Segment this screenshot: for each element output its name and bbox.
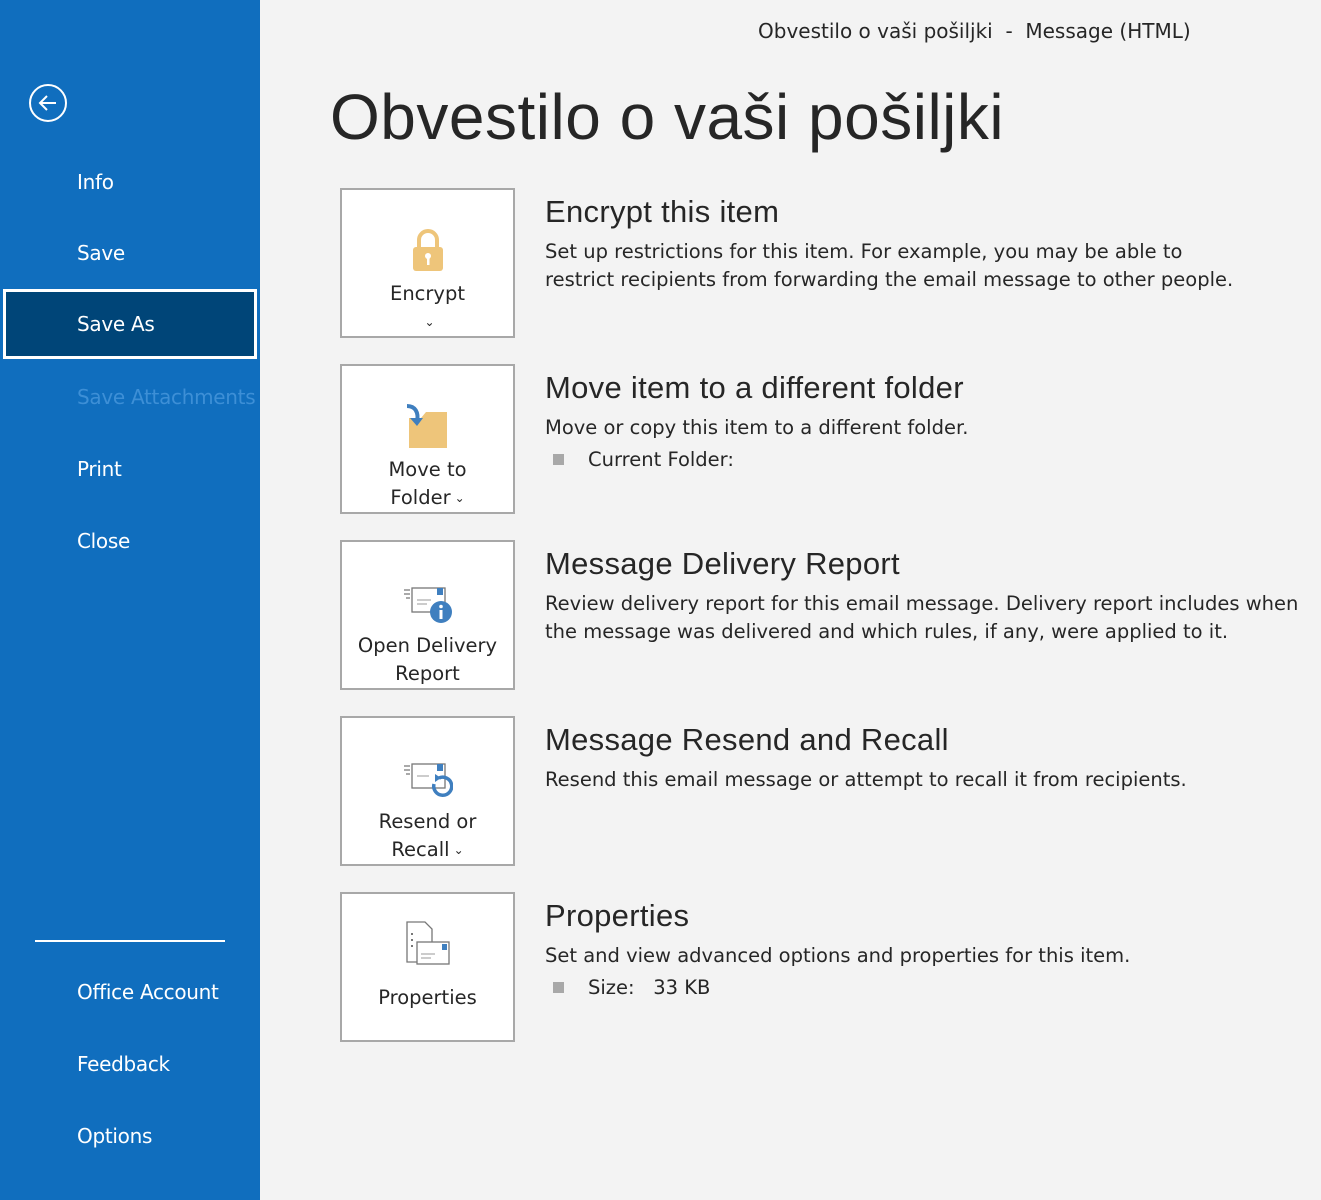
size-value: 33 KB <box>653 976 711 999</box>
nav-feedback[interactable]: Feedback <box>3 1030 257 1098</box>
move-section: Move item to a different folder Move or … <box>545 370 968 471</box>
window-title: Obvestilo o vaši pošiljki - Message (HTM… <box>758 19 1191 43</box>
nav-options[interactable]: Options <box>3 1102 257 1170</box>
move-folder-icon <box>406 403 447 448</box>
bullet-icon <box>553 454 564 465</box>
open-delivery-report-label: Open Delivery Report <box>357 634 498 685</box>
section-heading: Properties <box>545 898 690 933</box>
open-delivery-report-button[interactable]: Open Delivery Report <box>340 540 515 690</box>
delivery-report-icon <box>403 587 452 623</box>
divider <box>35 940 225 942</box>
properties-section: Properties Set and view advanced options… <box>545 898 1130 999</box>
move-to-folder-button[interactable]: Move to Folder ⌄ <box>340 364 515 514</box>
current-folder-item: Current Folder: <box>553 448 968 471</box>
resend-section: Message Resend and Recall Resend this em… <box>545 722 1187 794</box>
section-description: Review delivery report for this email me… <box>545 592 1299 643</box>
encrypt-label: Encrypt ⌄ <box>390 281 465 330</box>
page-title: Obvestilo o vaši pošiljki <box>330 81 1005 153</box>
nav-save-as[interactable]: Save As <box>3 289 257 359</box>
delivery-section: Message Delivery Report Review delivery … <box>545 546 1305 646</box>
size-item: Size: 33 KB <box>553 976 1130 999</box>
properties-label: Properties <box>378 986 477 1009</box>
encrypt-button[interactable]: Encrypt ⌄ <box>340 188 515 338</box>
resend-or-recall-button[interactable]: Resend or Recall ⌄ <box>340 716 515 866</box>
nav-print[interactable]: Print <box>3 435 257 503</box>
properties-button[interactable]: Properties <box>340 892 515 1042</box>
properties-icon <box>405 921 450 965</box>
nav-close[interactable]: Close <box>3 507 257 575</box>
lock-icon <box>412 228 443 271</box>
resend-or-recall-label: Resend or Recall ⌄ <box>378 809 477 861</box>
nav-save[interactable]: Save <box>3 219 257 287</box>
section-description: Resend this email message or attempt to … <box>545 768 1187 791</box>
section-description: Move or copy this item to a different fo… <box>545 416 969 439</box>
section-heading: Message Delivery Report <box>545 546 900 581</box>
arrow-left-icon <box>38 95 56 111</box>
backstage-sidebar: Info Save Save As Save Attachments Print… <box>0 0 260 1200</box>
resend-recall-icon <box>403 762 453 797</box>
encrypt-section: Encrypt this item Set up restrictions fo… <box>545 194 1245 294</box>
nav-office-account[interactable]: Office Account <box>3 958 257 1026</box>
bullet-icon <box>553 982 564 993</box>
nav-info[interactable]: Info <box>3 148 257 216</box>
nav-save-attachments: Save Attachments <box>77 385 256 409</box>
move-to-folder-label: Move to Folder ⌄ <box>388 457 467 509</box>
back-button[interactable] <box>29 84 67 122</box>
section-heading: Message Resend and Recall <box>545 722 949 757</box>
section-description: Set up restrictions for this item. For e… <box>545 240 1234 291</box>
section-description: Set and view advanced options and proper… <box>545 944 1131 967</box>
section-heading: Encrypt this item <box>545 194 780 229</box>
section-heading: Move item to a different folder <box>545 370 964 405</box>
